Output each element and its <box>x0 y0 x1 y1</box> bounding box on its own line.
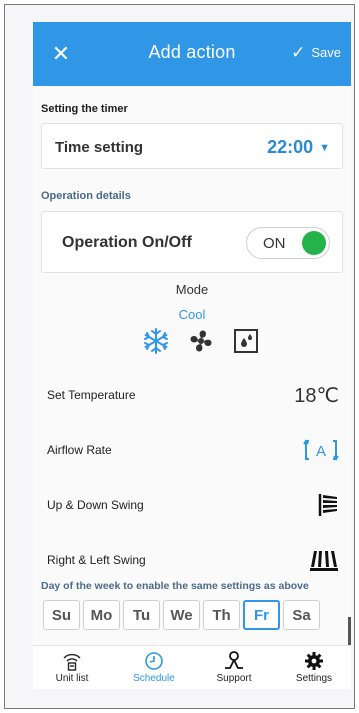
app-screen: ✕ Add action ✓ Save Setting the timer Ti… <box>33 22 351 689</box>
caret-down-icon: ▼ <box>319 141 330 154</box>
day-button-tu[interactable]: Tu <box>123 600 160 630</box>
airflow-rate-label: Airflow Rate <box>47 443 112 457</box>
gear-icon <box>305 652 323 670</box>
screenshot-frame: ✕ Add action ✓ Save Setting the timer Ti… <box>4 4 355 709</box>
temperature-value: 18℃ <box>294 384 339 407</box>
day-button-su[interactable]: Su <box>43 600 80 630</box>
tab-unit-list-label: Unit list <box>55 673 89 684</box>
save-label: Save <box>311 45 341 60</box>
toggle-text: ON <box>263 235 286 252</box>
day-button-mo[interactable]: Mo <box>83 600 120 630</box>
day-selector: Su Mo Tu We Th Fr Sa <box>43 600 320 630</box>
check-icon: ✓ <box>291 43 306 62</box>
operation-section-label: Operation details <box>41 190 131 202</box>
vertical-swing-icon <box>318 494 337 516</box>
mode-selected-label: Cool <box>178 307 206 322</box>
tab-unit-list[interactable]: Unit list <box>37 651 107 684</box>
airflow-auto-icon: A <box>303 439 339 461</box>
set-temperature-label: Set Temperature <box>47 388 136 402</box>
operation-toggle[interactable]: ON <box>246 227 330 259</box>
time-setting-card[interactable]: Time setting 22:00 ▼ <box>41 123 343 169</box>
time-value: 22:00 <box>267 137 314 157</box>
support-person-icon <box>225 651 243 669</box>
dry-icon[interactable] <box>231 326 261 356</box>
tab-schedule-label: Schedule <box>133 673 175 684</box>
day-button-th[interactable]: Th <box>203 600 240 630</box>
operation-label: Operation On/Off <box>62 234 192 251</box>
days-title: Day of the week to enable the same setti… <box>41 580 309 592</box>
airflow-auto-text: A <box>316 443 326 460</box>
set-temperature-row[interactable]: Set Temperature 18℃ <box>33 372 351 418</box>
tab-settings[interactable]: Settings <box>279 651 349 684</box>
right-left-swing-row[interactable]: Right & Left Swing <box>33 537 351 583</box>
save-button[interactable]: ✓ Save <box>291 44 341 61</box>
day-button-fr[interactable]: Fr <box>243 600 280 630</box>
time-setting-label: Time setting <box>55 139 144 156</box>
operation-card: Operation On/Off ON <box>41 211 343 273</box>
mode-label: Mode <box>175 282 209 297</box>
tab-support[interactable]: Support <box>199 651 269 684</box>
clock-icon <box>145 652 163 670</box>
tab-settings-label: Settings <box>295 673 333 684</box>
right-left-swing-label: Right & Left Swing <box>47 553 146 567</box>
horizontal-swing-icon <box>310 551 338 571</box>
fan-icon[interactable] <box>186 326 216 356</box>
day-button-we[interactable]: We <box>163 600 200 630</box>
snowflake-icon[interactable] <box>141 326 171 356</box>
up-down-swing-label: Up & Down Swing <box>47 498 144 512</box>
timer-section-label: Setting the timer <box>41 103 128 115</box>
tab-support-label: Support <box>216 673 252 684</box>
up-down-swing-row[interactable]: Up & Down Swing <box>33 482 351 528</box>
app-header: ✕ Add action ✓ Save <box>33 22 351 86</box>
wifi-unit-icon <box>63 653 81 671</box>
time-setting-dropdown[interactable]: 22:00 ▼ <box>267 137 330 158</box>
airflow-rate-row[interactable]: Airflow Rate A <box>33 427 351 473</box>
mode-selector <box>141 326 261 356</box>
bottom-tab-bar: Unit list Schedule Support Settings <box>33 645 351 689</box>
tab-schedule[interactable]: Schedule <box>119 651 189 684</box>
day-button-sa[interactable]: Sa <box>283 600 320 630</box>
toggle-knob <box>302 231 326 255</box>
